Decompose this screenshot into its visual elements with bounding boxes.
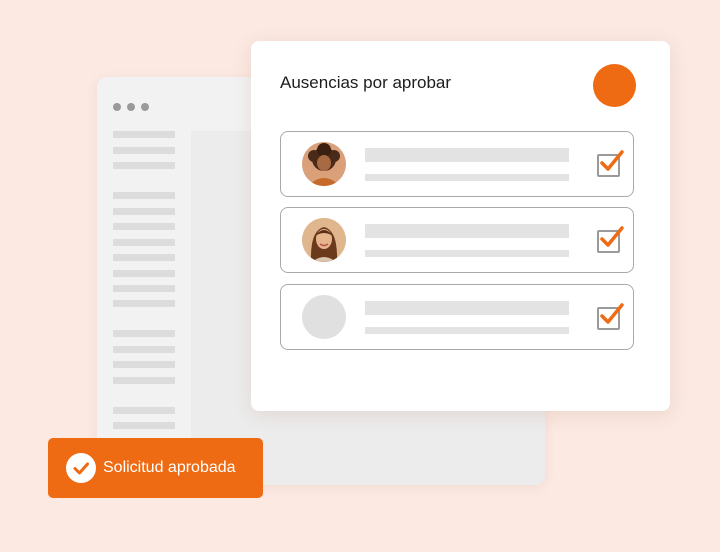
window-dot-icon[interactable] (127, 103, 135, 111)
sidebar-placeholder-line (113, 330, 175, 337)
request-row[interactable] (280, 207, 634, 273)
approve-checkbox[interactable] (597, 303, 624, 330)
request-detail-placeholder (365, 327, 569, 334)
request-row[interactable] (280, 284, 634, 350)
check-icon (600, 303, 624, 324)
sidebar-placeholder-line (113, 223, 175, 230)
sidebar-placeholder-line (113, 361, 175, 368)
sidebar-placeholder-line (113, 270, 175, 277)
window-controls (113, 103, 149, 111)
sidebar-placeholder-line (113, 407, 175, 414)
approval-toast: Solicitud aprobada (48, 438, 263, 498)
sidebar-placeholder-line (113, 422, 175, 429)
sidebar-placeholder-line (113, 346, 175, 353)
sidebar-placeholder-line (113, 239, 175, 246)
request-detail-placeholder (365, 250, 569, 257)
pending-absences-panel: Ausencias por aprobar (251, 41, 670, 411)
sidebar-placeholder-line (113, 192, 175, 199)
request-name-placeholder (365, 301, 569, 315)
check-circle-icon (66, 453, 96, 483)
request-name-placeholder (365, 148, 569, 162)
toast-message: Solicitud aprobada (103, 459, 236, 476)
sidebar-placeholder-line (113, 254, 175, 261)
sidebar-placeholder-line (113, 147, 175, 154)
sidebar-placeholder-line (113, 285, 175, 292)
sidebar-placeholder-line (113, 377, 175, 384)
person-curly-hair-avatar (302, 142, 346, 186)
request-name-placeholder (365, 224, 569, 238)
approve-checkbox[interactable] (597, 150, 624, 177)
sidebar-placeholder-line (113, 162, 175, 169)
sidebar-placeholder-line (113, 208, 175, 215)
approve-checkbox[interactable] (597, 226, 624, 253)
sidebar-placeholder-line (113, 300, 175, 307)
check-icon (600, 226, 624, 247)
check-icon (600, 150, 624, 171)
person-long-hair-avatar (302, 218, 346, 262)
panel-title: Ausencias por aprobar (280, 73, 452, 92)
request-row[interactable] (280, 131, 634, 197)
window-dot-icon[interactable] (113, 103, 121, 111)
window-dot-icon[interactable] (141, 103, 149, 111)
status-indicator (593, 64, 636, 107)
request-detail-placeholder (365, 174, 569, 181)
sidebar-placeholder-line (113, 131, 175, 138)
placeholder-avatar (302, 295, 346, 339)
